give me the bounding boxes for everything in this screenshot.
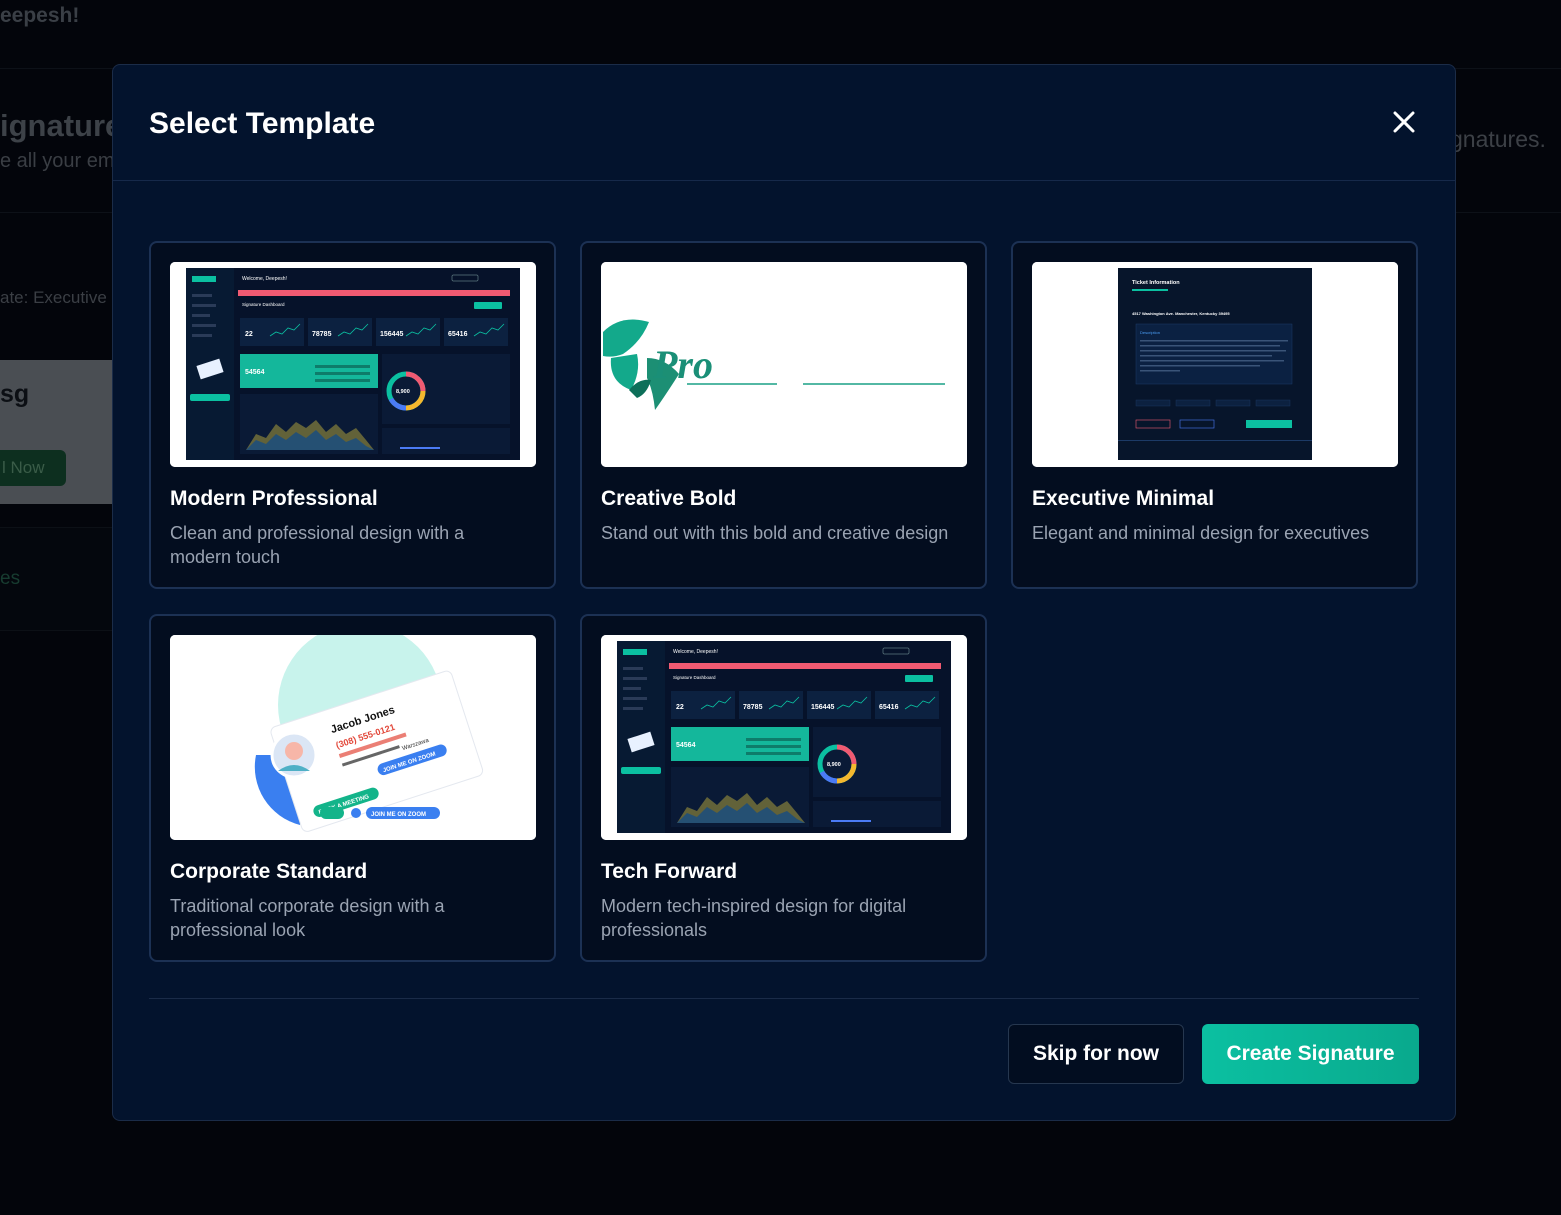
template-thumbnail: Ticket Information 4517 Washington Ave. … (1032, 262, 1398, 467)
svg-text:8,900: 8,900 (827, 762, 841, 768)
footer-divider (149, 998, 1419, 999)
template-card-creative-bold[interactable]: Pro Creative Bold Stand out with this bo… (580, 241, 987, 589)
template-card-executive-minimal[interactable]: Ticket Information 4517 Washington Ave. … (1011, 241, 1418, 589)
template-description: Stand out with this bold and creative de… (601, 523, 949, 543)
preview-welcome: Welcome, Deepesh! (242, 276, 287, 282)
template-thumbnail: Welcome, Deepesh! Signature Dashboard 22… (601, 635, 967, 840)
template-thumbnail: Welcome, Deepesh! Signature Dashboard 22… (170, 262, 536, 467)
creative-logo-text: Pro (652, 342, 713, 387)
preview-ticket-address: 4517 Washington Ave. Manchester, Kentuck… (1132, 311, 1230, 316)
create-signature-button[interactable]: Create Signature (1202, 1024, 1419, 1084)
skip-for-now-button[interactable]: Skip for now (1008, 1024, 1184, 1084)
bg-right-text: gnatures. (1450, 126, 1546, 152)
bg-section-text: es (0, 568, 21, 589)
bg-card-title: sg (0, 380, 30, 408)
svg-text:156445: 156445 (380, 331, 403, 338)
template-title: Corporate Standard (170, 860, 368, 883)
modal-header: Select Template (113, 65, 1455, 181)
preview-section: Signature Dashboard (673, 675, 716, 680)
svg-text:8,900: 8,900 (396, 389, 410, 395)
bg-page-title: ignature (0, 108, 123, 143)
bg-card-button: l Now (0, 450, 66, 486)
template-title: Tech Forward (601, 860, 738, 883)
template-card-tech-forward[interactable]: Welcome, Deepesh! Signature Dashboard 22… (580, 614, 987, 962)
svg-text:JOIN ME ON ZOOM: JOIN ME ON ZOOM (371, 812, 426, 818)
svg-text:65416: 65416 (448, 331, 468, 338)
template-card-corporate-standard[interactable]: Jacob Jones (308) 555-0121 JOIN ME ON ZO… (149, 614, 556, 962)
preview-section: Signature Dashboard (242, 302, 285, 307)
creative-logo-preview-image: Pro (601, 262, 967, 467)
template-thumbnail: Pro (601, 262, 967, 467)
preview-welcome: Welcome, Deepesh! (673, 649, 718, 655)
preview-ticket-title: Ticket Information (1132, 280, 1180, 286)
svg-text:156445: 156445 (811, 704, 834, 711)
dashboard-preview-image: Welcome, Deepesh! Signature Dashboard 22… (170, 262, 536, 467)
svg-text:78785: 78785 (312, 331, 332, 338)
close-button[interactable] (1391, 109, 1417, 135)
template-title: Modern Professional (170, 487, 378, 510)
template-card-modern-professional[interactable]: Welcome, Deepesh! Signature Dashboard 22… (149, 241, 556, 589)
bg-greeting: eepesh! (0, 4, 80, 27)
template-description: Elegant and minimal design for executive… (1032, 523, 1370, 543)
template-description: Modern tech-inspired design for digital … (601, 896, 907, 940)
bg-page-subtitle: e all your em (0, 150, 115, 172)
svg-text:54564: 54564 (245, 369, 265, 376)
dashboard-preview-image: Welcome, Deepesh! Signature Dashboard 22… (601, 635, 967, 840)
svg-text:78785: 78785 (743, 704, 763, 711)
business-card-preview-image: Jacob Jones (308) 555-0121 JOIN ME ON ZO… (170, 635, 536, 840)
template-thumbnail: Jacob Jones (308) 555-0121 JOIN ME ON ZO… (170, 635, 536, 840)
svg-text:22: 22 (676, 704, 684, 711)
template-title: Executive Minimal (1032, 487, 1215, 510)
close-icon (1393, 111, 1415, 133)
bg-template-label: ate: Executive (0, 288, 107, 307)
ticket-preview-image: Ticket Information 4517 Washington Ave. … (1032, 262, 1398, 467)
svg-text:22: 22 (245, 331, 253, 338)
svg-text:65416: 65416 (879, 704, 899, 711)
template-description: Traditional corporate design with a prof… (170, 896, 445, 940)
preview-ticket-description-label: Description (1140, 330, 1160, 335)
select-template-modal: Select Template Welcome, Deepesh! Signat… (112, 64, 1456, 1121)
template-description: Clean and professional design with a mod… (170, 523, 465, 567)
template-title: Creative Bold (601, 487, 737, 510)
svg-text:54564: 54564 (676, 742, 696, 749)
modal-title: Select Template (149, 107, 376, 140)
